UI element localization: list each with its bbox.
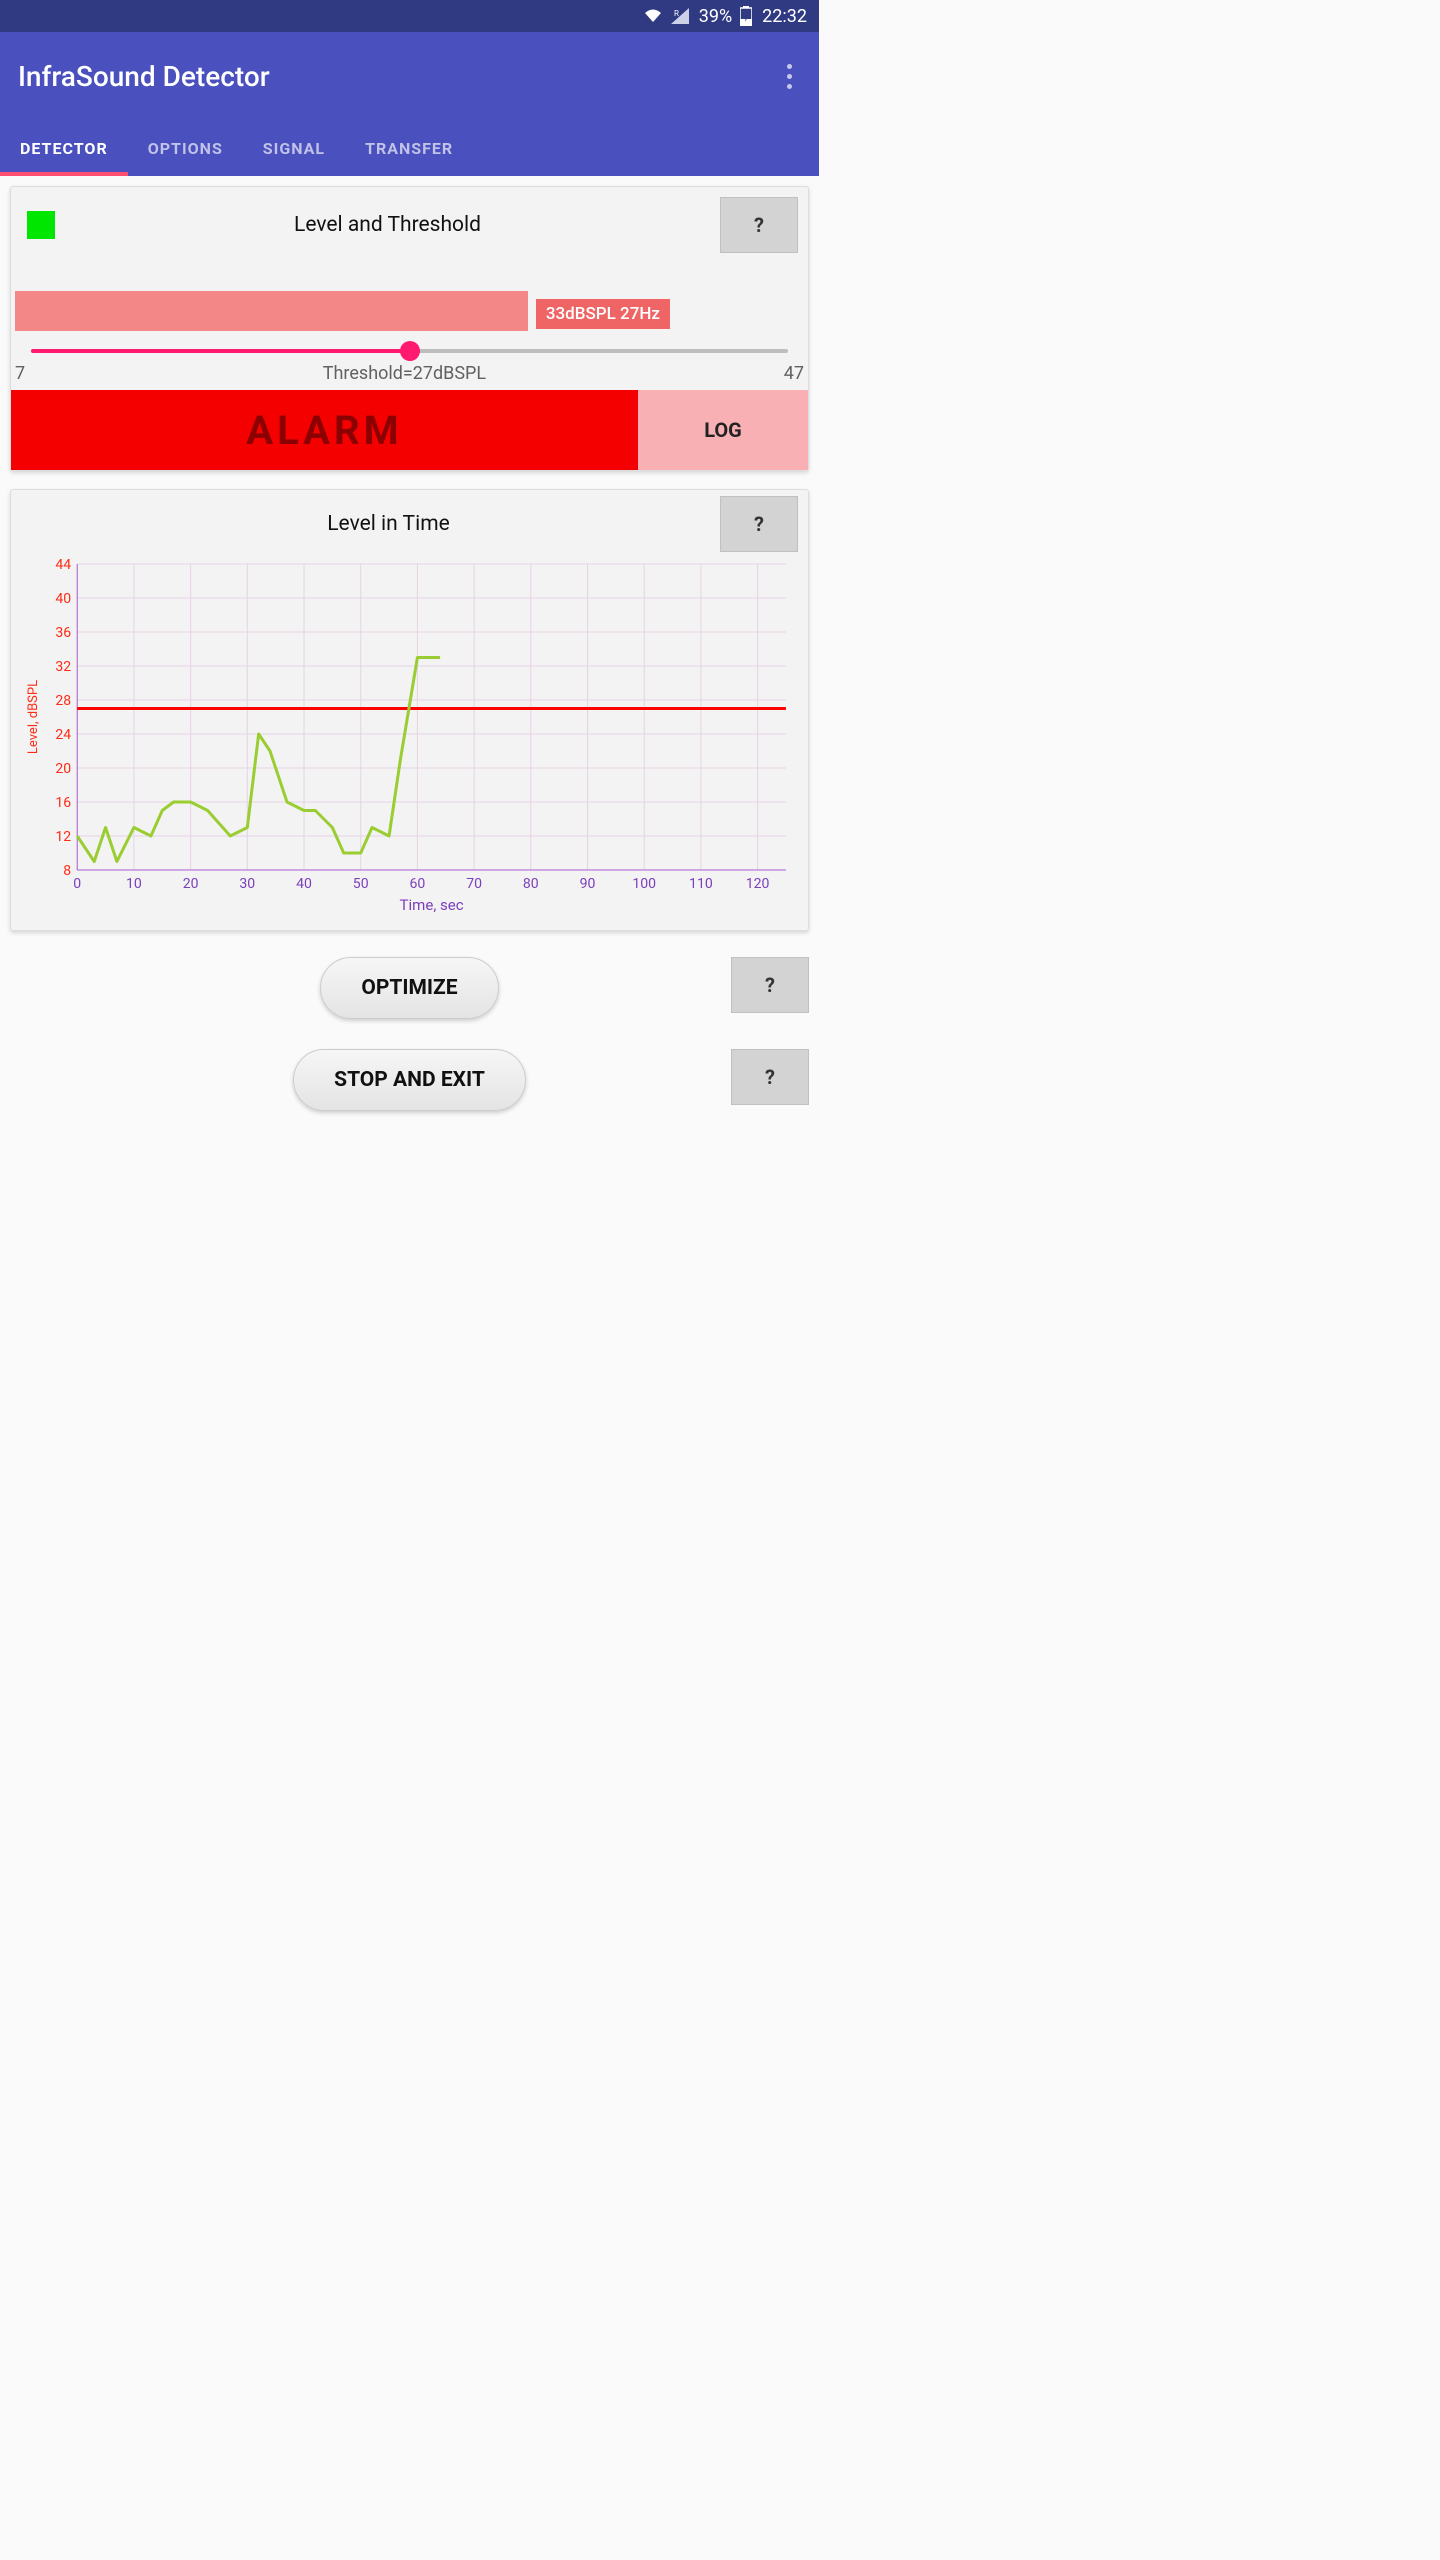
svg-text:8: 8 bbox=[63, 863, 71, 879]
alarm-indicator: ALARM bbox=[11, 390, 638, 470]
stop-and-exit-button[interactable]: STOP AND EXIT bbox=[293, 1049, 526, 1111]
svg-text:70: 70 bbox=[466, 876, 482, 892]
level-time-chart: 8 12 16 20 24 28 32 36 40 44 0 10 20 30 40 50 60 70 80 90 10… bbox=[23, 556, 796, 916]
card-title: Level and Threshold bbox=[55, 213, 720, 237]
svg-text:60: 60 bbox=[410, 876, 426, 892]
help-button[interactable]: ? bbox=[720, 496, 798, 552]
help-button[interactable]: ? bbox=[731, 957, 809, 1013]
svg-text:0: 0 bbox=[73, 876, 81, 892]
level-in-time-card: Level in Time ? 8 12 16 20 24 28 32 36 40 44 0 10 20… bbox=[10, 489, 809, 931]
slider-labels: 7 Threshold=27dBSPL 47 bbox=[11, 361, 808, 390]
svg-text:110: 110 bbox=[689, 876, 713, 892]
battery-icon bbox=[740, 6, 752, 26]
slider-max: 47 bbox=[784, 363, 804, 384]
battery-percent: 39% bbox=[699, 6, 732, 27]
svg-text:R: R bbox=[674, 9, 679, 18]
svg-text:30: 30 bbox=[239, 876, 255, 892]
chart-title: Level in Time bbox=[57, 512, 720, 536]
app-title: InfraSound Detector bbox=[18, 60, 270, 93]
svg-text:32: 32 bbox=[55, 659, 71, 675]
svg-text:100: 100 bbox=[632, 876, 656, 892]
signal-icon: R bbox=[671, 8, 689, 24]
level-bar-row: 33dBSPL 27Hz bbox=[15, 291, 804, 331]
clock: 22:32 bbox=[762, 6, 807, 27]
svg-text:16: 16 bbox=[55, 795, 71, 811]
svg-text:40: 40 bbox=[55, 591, 71, 607]
svg-text:44: 44 bbox=[55, 557, 71, 573]
svg-text:120: 120 bbox=[746, 876, 770, 892]
svg-text:20: 20 bbox=[183, 876, 199, 892]
tab-detector[interactable]: DETECTOR bbox=[0, 120, 128, 176]
status-bar: R 39% 22:32 bbox=[0, 0, 819, 32]
slider-min: 7 bbox=[15, 363, 25, 384]
log-button[interactable]: LOG bbox=[638, 390, 808, 470]
svg-text:40: 40 bbox=[296, 876, 312, 892]
svg-text:20: 20 bbox=[55, 761, 71, 777]
help-button[interactable]: ? bbox=[720, 197, 798, 253]
svg-text:Level, dBSPL: Level, dBSPL bbox=[26, 680, 41, 754]
svg-text:Time, sec: Time, sec bbox=[400, 896, 464, 914]
svg-text:12: 12 bbox=[55, 829, 71, 845]
tabs: DETECTOROPTIONSSIGNALTRANSFER bbox=[0, 120, 819, 176]
svg-text:28: 28 bbox=[55, 693, 71, 709]
level-bar bbox=[15, 291, 528, 331]
app-bar: InfraSound Detector DETECTOROPTIONSSIGNA… bbox=[0, 32, 819, 176]
tab-signal[interactable]: SIGNAL bbox=[243, 120, 345, 176]
svg-text:36: 36 bbox=[55, 625, 71, 641]
help-button[interactable]: ? bbox=[731, 1049, 809, 1105]
level-badge: 33dBSPL 27Hz bbox=[536, 299, 670, 329]
tab-transfer[interactable]: TRANSFER bbox=[345, 120, 473, 176]
svg-text:24: 24 bbox=[55, 727, 71, 743]
optimize-button[interactable]: OPTIMIZE bbox=[320, 957, 498, 1019]
overflow-menu-icon[interactable] bbox=[777, 64, 801, 89]
svg-text:90: 90 bbox=[580, 876, 596, 892]
wifi-icon bbox=[643, 8, 663, 24]
tab-options[interactable]: OPTIONS bbox=[128, 120, 243, 176]
threshold-slider[interactable] bbox=[31, 341, 788, 361]
svg-text:50: 50 bbox=[353, 876, 369, 892]
svg-text:10: 10 bbox=[126, 876, 142, 892]
level-threshold-card: Level and Threshold ? 33dBSPL 27Hz 7 Thr… bbox=[10, 186, 809, 471]
svg-text:80: 80 bbox=[523, 876, 539, 892]
threshold-label: Threshold=27dBSPL bbox=[25, 363, 784, 384]
status-indicator bbox=[27, 211, 55, 239]
